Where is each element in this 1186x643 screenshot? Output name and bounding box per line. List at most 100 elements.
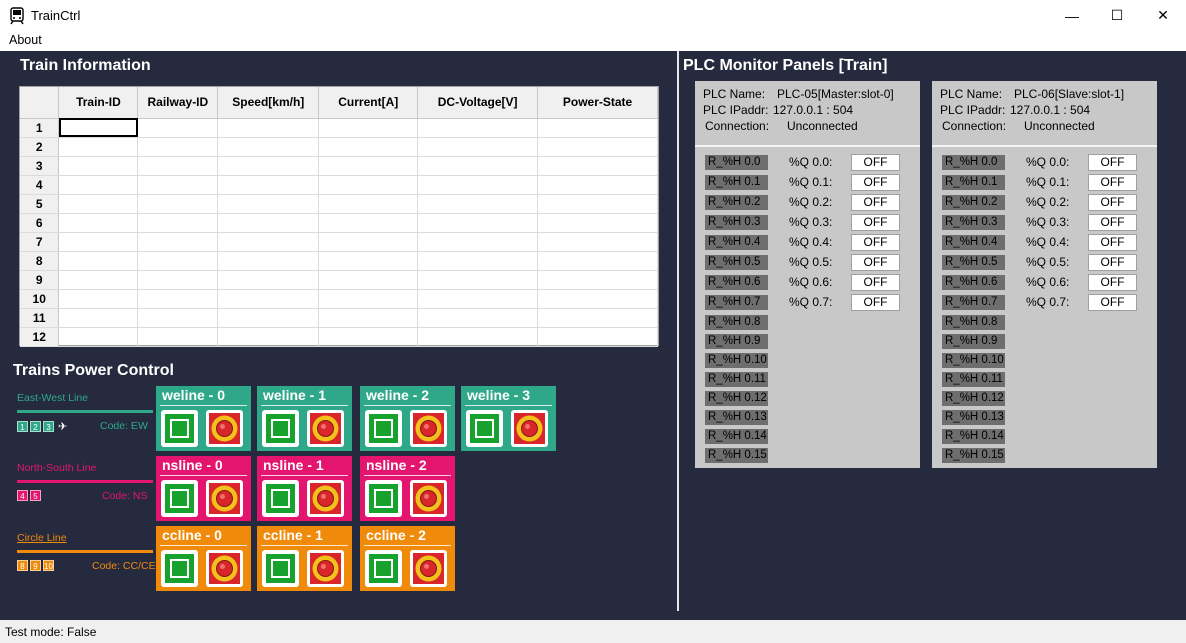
table-cell[interactable] <box>58 175 139 195</box>
table-cell[interactable] <box>537 270 658 290</box>
table-cell[interactable] <box>217 156 320 176</box>
table-cell[interactable] <box>217 270 320 290</box>
row-header[interactable]: 9 <box>20 270 60 290</box>
table-cell[interactable] <box>318 213 419 233</box>
output-state-field[interactable]: OFF <box>851 234 900 251</box>
power-on-button[interactable] <box>365 480 402 517</box>
table-cell[interactable] <box>318 327 419 347</box>
table-cell[interactable] <box>318 251 419 271</box>
table-cell[interactable] <box>217 327 320 347</box>
table-cell[interactable] <box>318 137 419 157</box>
power-off-button[interactable] <box>307 480 344 517</box>
row-header[interactable]: 4 <box>20 175 60 195</box>
table-cell[interactable] <box>58 118 139 138</box>
output-state-field[interactable]: OFF <box>1088 194 1137 211</box>
output-state-field[interactable]: OFF <box>1088 274 1137 291</box>
row-header[interactable]: 7 <box>20 232 60 252</box>
row-header[interactable]: 12 <box>20 327 60 347</box>
power-on-button[interactable] <box>365 550 402 587</box>
output-state-field[interactable]: OFF <box>851 214 900 231</box>
table-cell[interactable] <box>137 213 219 233</box>
power-off-button[interactable] <box>206 550 243 587</box>
menu-about[interactable]: About <box>9 33 42 47</box>
table-cell[interactable] <box>417 175 539 195</box>
table-cell[interactable] <box>417 327 539 347</box>
table-cell[interactable] <box>58 270 139 290</box>
table-cell[interactable] <box>137 289 219 309</box>
row-header[interactable]: 2 <box>20 137 60 157</box>
table-cell[interactable] <box>58 289 139 309</box>
power-off-button[interactable] <box>206 410 243 447</box>
table-cell[interactable] <box>537 308 658 328</box>
table-cell[interactable] <box>137 194 219 214</box>
table-cell[interactable] <box>537 289 658 309</box>
table-cell[interactable] <box>318 118 419 138</box>
output-state-field[interactable]: OFF <box>1088 214 1137 231</box>
output-state-field[interactable]: OFF <box>1088 254 1137 271</box>
power-off-button[interactable] <box>410 410 447 447</box>
output-state-field[interactable]: OFF <box>1088 294 1137 311</box>
output-state-field[interactable]: OFF <box>851 274 900 291</box>
table-cell[interactable] <box>318 232 419 252</box>
table-cell[interactable] <box>537 175 658 195</box>
row-header[interactable]: 11 <box>20 308 60 328</box>
table-cell[interactable] <box>417 308 539 328</box>
row-header[interactable]: 3 <box>20 156 60 176</box>
row-header[interactable]: 1 <box>20 118 60 138</box>
table-cell[interactable] <box>58 327 139 347</box>
table-cell[interactable] <box>137 137 219 157</box>
table-cell[interactable] <box>318 175 419 195</box>
table-cell[interactable] <box>417 232 539 252</box>
line-name[interactable]: Circle Line <box>17 532 67 544</box>
table-cell[interactable] <box>58 251 139 271</box>
table-cell[interactable] <box>217 289 320 309</box>
table-cell[interactable] <box>217 213 320 233</box>
output-state-field[interactable]: OFF <box>851 254 900 271</box>
power-on-button[interactable] <box>262 480 299 517</box>
power-on-button[interactable] <box>365 410 402 447</box>
column-header[interactable]: Power-State <box>537 87 658 119</box>
output-state-field[interactable]: OFF <box>851 154 900 171</box>
table-cell[interactable] <box>137 270 219 290</box>
table-cell[interactable] <box>137 327 219 347</box>
row-header[interactable]: 10 <box>20 289 60 309</box>
minimize-button[interactable]: — <box>1049 0 1095 31</box>
table-cell[interactable] <box>137 251 219 271</box>
table-cell[interactable] <box>217 137 320 157</box>
output-state-field[interactable]: OFF <box>851 174 900 191</box>
table-cell[interactable] <box>58 232 139 252</box>
output-state-field[interactable]: OFF <box>1088 154 1137 171</box>
table-cell[interactable] <box>137 232 219 252</box>
power-off-button[interactable] <box>307 550 344 587</box>
power-off-button[interactable] <box>206 480 243 517</box>
table-cell[interactable] <box>217 194 320 214</box>
power-on-button[interactable] <box>262 550 299 587</box>
table-cell[interactable] <box>417 213 539 233</box>
maximize-button[interactable]: ☐ <box>1094 0 1140 31</box>
table-cell[interactable] <box>417 289 539 309</box>
power-on-button[interactable] <box>161 550 198 587</box>
power-off-button[interactable] <box>511 410 548 447</box>
table-cell[interactable] <box>58 308 139 328</box>
table-cell[interactable] <box>537 118 658 138</box>
power-on-button[interactable] <box>161 410 198 447</box>
table-cell[interactable] <box>417 194 539 214</box>
table-cell[interactable] <box>318 156 419 176</box>
power-off-button[interactable] <box>307 410 344 447</box>
table-cell[interactable] <box>417 118 539 138</box>
table-cell[interactable] <box>417 156 539 176</box>
table-cell[interactable] <box>417 137 539 157</box>
table-cell[interactable] <box>217 118 320 138</box>
column-header[interactable]: Railway-ID <box>137 87 219 119</box>
table-cell[interactable] <box>417 270 539 290</box>
table-cell[interactable] <box>537 232 658 252</box>
table-cell[interactable] <box>318 194 419 214</box>
column-header[interactable]: Train-ID <box>58 87 139 119</box>
table-cell[interactable] <box>137 156 219 176</box>
table-cell[interactable] <box>537 194 658 214</box>
column-header[interactable]: DC-Voltage[V] <box>417 87 539 119</box>
output-state-field[interactable]: OFF <box>851 294 900 311</box>
table-cell[interactable] <box>537 156 658 176</box>
table-cell[interactable] <box>58 156 139 176</box>
train-info-table[interactable]: Train-ID Railway-ID Speed[km/h] Current[A] D… <box>19 86 659 347</box>
